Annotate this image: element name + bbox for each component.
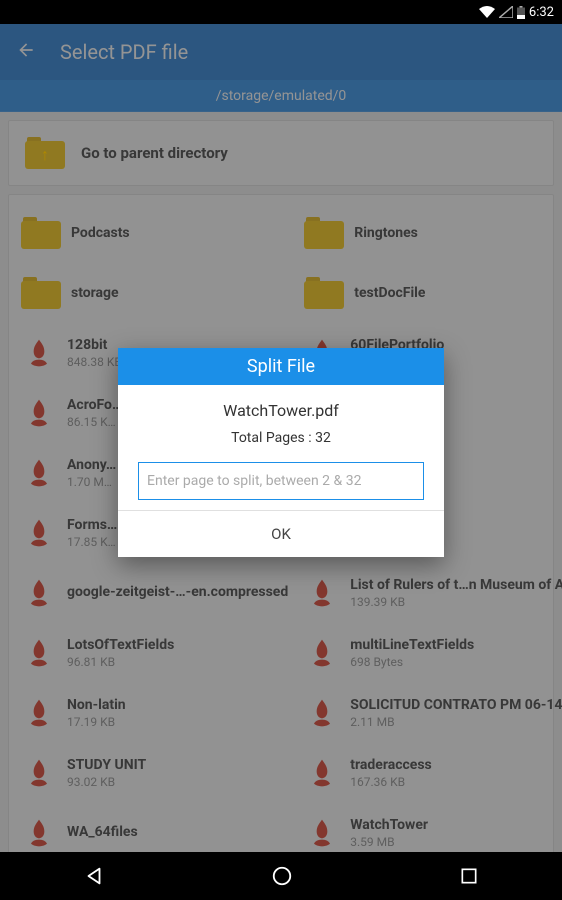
android-nav-bar: [0, 852, 562, 900]
split-file-dialog: Split File WatchTower.pdf Total Pages : …: [118, 348, 444, 557]
split-page-input[interactable]: [138, 462, 424, 500]
cell-signal-icon: [499, 6, 513, 18]
nav-recent-icon[interactable]: [459, 866, 479, 886]
wifi-icon: [479, 6, 495, 18]
status-time: 6:32: [529, 5, 554, 20]
battery-icon: [517, 6, 525, 19]
status-bar: 6:32: [0, 0, 562, 24]
dialog-filename: WatchTower.pdf: [138, 401, 424, 420]
nav-back-icon[interactable]: [83, 865, 105, 887]
dialog-title: Split File: [118, 348, 444, 385]
dialog-total-pages: Total Pages : 32: [138, 430, 424, 446]
nav-home-icon[interactable]: [271, 865, 293, 887]
ok-button[interactable]: OK: [118, 510, 444, 557]
